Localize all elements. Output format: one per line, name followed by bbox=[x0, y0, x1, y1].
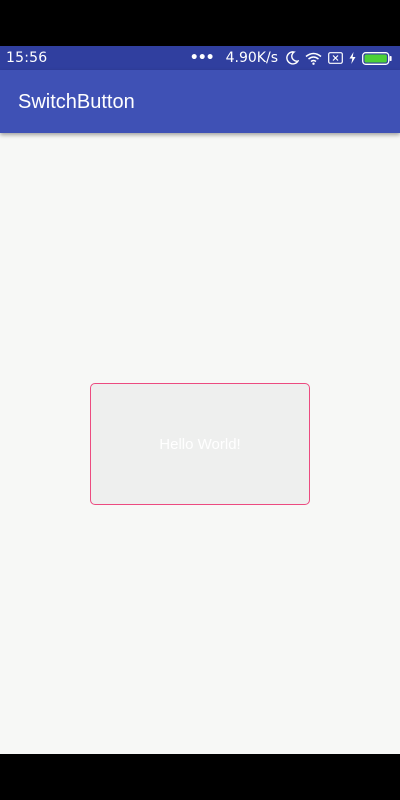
moon-icon bbox=[286, 51, 299, 65]
bottom-bezel bbox=[0, 754, 400, 800]
app-title: SwitchButton bbox=[18, 91, 135, 113]
status-bar: 15:56 ••• 4.90K/s bbox=[0, 46, 400, 70]
network-speed: 4.90K/s bbox=[225, 50, 278, 66]
sim-off-icon bbox=[328, 52, 343, 64]
battery-icon bbox=[362, 51, 392, 65]
phone-screen: 15:56 ••• 4.90K/s SwitchButton Hello Wor… bbox=[0, 0, 400, 800]
top-bezel bbox=[0, 0, 400, 46]
switch-button[interactable]: Hello World! bbox=[90, 383, 310, 505]
main-content: Hello World! bbox=[0, 133, 400, 754]
charging-icon bbox=[349, 52, 356, 64]
status-icons: ••• 4.90K/s bbox=[190, 50, 392, 66]
more-notifications-icon: ••• bbox=[189, 50, 215, 66]
wifi-icon bbox=[305, 52, 322, 65]
app-bar: SwitchButton bbox=[0, 70, 400, 133]
status-time: 15:56 bbox=[6, 50, 48, 66]
switch-button-label: Hello World! bbox=[159, 435, 241, 453]
